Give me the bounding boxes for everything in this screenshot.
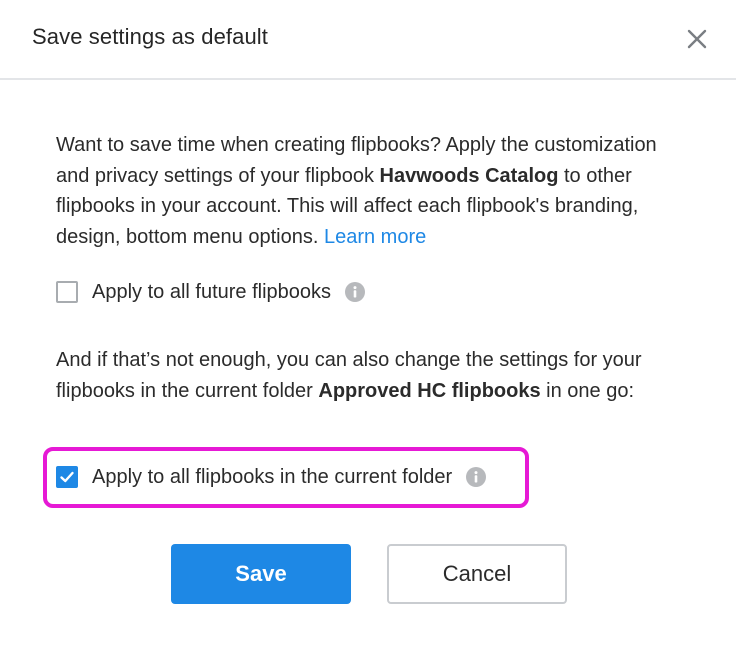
dialog-header: Save settings as default [0, 0, 736, 80]
cancel-button[interactable]: Cancel [387, 544, 567, 604]
folder-name: Approved HC flipbooks [318, 379, 541, 402]
folder-text-end: in one go: [540, 379, 635, 402]
future-flipbooks-option[interactable]: Apply to all future flipbooks [56, 279, 366, 305]
current-folder-option[interactable]: Apply to all flipbooks in the current fo… [56, 464, 487, 490]
dialog-title: Save settings as default [32, 24, 268, 49]
current-folder-checkbox[interactable] [56, 466, 78, 488]
checkmark-icon [60, 471, 74, 483]
info-icon[interactable] [345, 282, 366, 302]
flipbook-name: Havwoods Catalog [379, 164, 559, 187]
close-icon [687, 29, 707, 49]
future-flipbooks-label[interactable]: Apply to all future flipbooks [92, 281, 331, 304]
save-defaults-dialog: Save settings as default Want to save ti… [0, 0, 736, 659]
folder-text: And if that’s not enough, you can also c… [56, 345, 686, 406]
intro-text: Want to save time when creating flipbook… [56, 130, 686, 252]
close-button[interactable] [684, 26, 710, 52]
save-button[interactable]: Save [171, 544, 351, 604]
learn-more-link[interactable]: Learn more [324, 226, 426, 248]
info-icon[interactable] [466, 467, 487, 487]
future-flipbooks-checkbox[interactable] [56, 281, 78, 303]
current-folder-label[interactable]: Apply to all flipbooks in the current fo… [92, 466, 452, 489]
